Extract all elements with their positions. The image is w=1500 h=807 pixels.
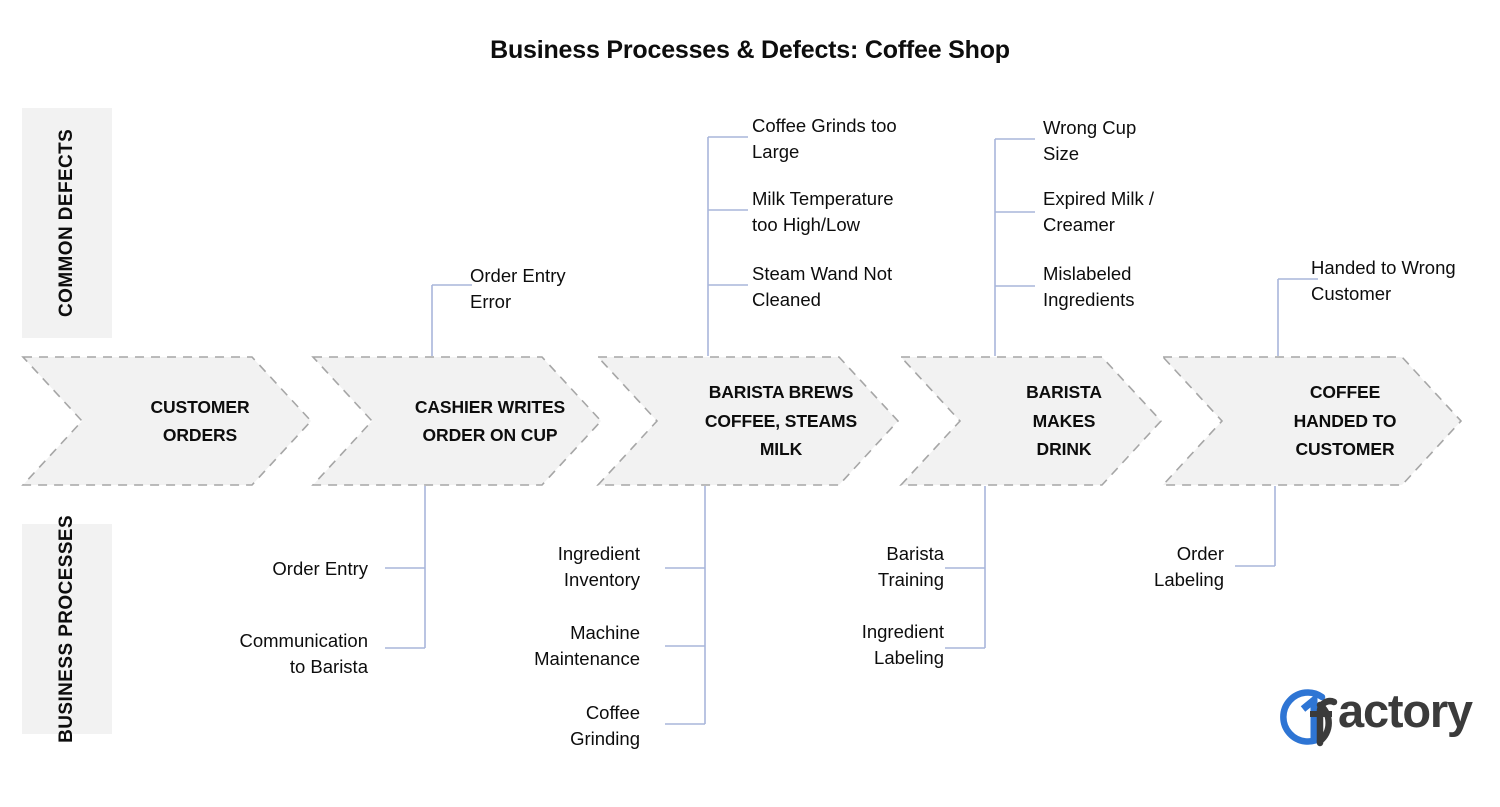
defect-label: Coffee Grinds too Large xyxy=(752,115,897,163)
process-step-customer-orders[interactable]: CUSTOMER ORDERS xyxy=(21,356,313,486)
process-step-coffee-handed-to-customer[interactable]: COFFEE HANDED TO CUSTOMER xyxy=(1161,356,1463,486)
chevron-shape xyxy=(899,356,1163,486)
defect-label: Order Entry Error xyxy=(470,265,566,313)
defect-label: Steam Wand Not Cleaned xyxy=(752,263,893,311)
defect-label: Expired Milk / Creamer xyxy=(1043,188,1155,236)
defect-label: Wrong Cup Size xyxy=(1043,117,1137,165)
company-logo: actory xyxy=(1262,683,1484,751)
process-label: Barista Training xyxy=(877,543,944,591)
process-label: Order Entry xyxy=(272,558,368,579)
band-business-processes-label: BUSINESS PROCESSES xyxy=(56,515,78,743)
process-label: Communication to Barista xyxy=(239,630,368,678)
process-label: Ingredient Inventory xyxy=(557,543,640,591)
process-step-cashier-writes-order-on-cup[interactable]: CASHIER WRITES ORDER ON CUP xyxy=(311,356,603,486)
process-label: Coffee Grinding xyxy=(570,702,640,750)
chevron-shape xyxy=(311,356,603,486)
process-flow-row: CUSTOMER ORDERS CASHIER WRITES ORDER ON CUP… xyxy=(0,356,1500,486)
process-step-barista-makes-drink[interactable]: BARISTA MAKES DRINK xyxy=(899,356,1163,486)
chevron-shape xyxy=(21,356,313,486)
band-common-defects: COMMON DEFECTS xyxy=(22,108,112,338)
defect-label: Milk Temperature too High/Low xyxy=(752,188,894,236)
logo-wordmark: actory xyxy=(1338,684,1473,737)
diagram-canvas: Business Processes & Defects: Coffee Sho… xyxy=(0,0,1500,807)
defect-label: Mislabeled Ingredients xyxy=(1043,263,1135,311)
process-label: Machine Maintenance xyxy=(534,622,640,670)
chevron-shape xyxy=(596,356,900,486)
process-step-barista-brews-coffee-steams-milk[interactable]: BARISTA BREWS COFFEE, STEAMS MILK xyxy=(596,356,900,486)
band-common-defects-label: COMMON DEFECTS xyxy=(56,128,78,318)
page-title: Business Processes & Defects: Coffee Sho… xyxy=(490,36,1010,64)
process-label: Order Labeling xyxy=(1154,543,1224,591)
band-business-processes: BUSINESS PROCESSES xyxy=(22,515,112,743)
defect-label: Handed to Wrong Customer xyxy=(1311,257,1456,305)
chevron-shape xyxy=(1161,356,1463,486)
process-label: Ingredient Labeling xyxy=(861,621,944,669)
